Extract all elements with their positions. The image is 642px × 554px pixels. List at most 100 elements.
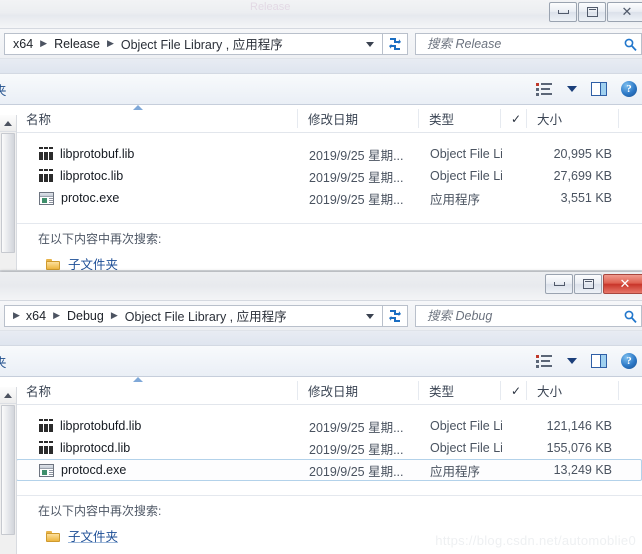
file-size-cell: 13,249 KB <box>553 463 612 477</box>
breadcrumb-faint-watermark <box>263 38 277 49</box>
table-row[interactable]: libprotoc.lib 2019/9/25 星期... Object Fil… <box>16 165 642 187</box>
breadcrumb-separator-icon: ▶ <box>106 38 114 48</box>
file-type-cell: Object File Library <box>430 441 502 455</box>
file-name-text: libprotocd.lib <box>60 441 131 455</box>
help-icon[interactable]: ? <box>621 353 637 369</box>
view-chevron-down-icon[interactable] <box>567 358 577 364</box>
table-row[interactable]: protoc.exe 2019/9/25 星期... 应用程序 3,551 KB <box>16 187 642 209</box>
scrollbar-thumb[interactable] <box>1 405 15 535</box>
refresh-icon <box>388 309 402 322</box>
table-row-selected[interactable]: protocd.exe 2019/9/25 星期... 应用程序 13,249 … <box>16 459 642 481</box>
view-list-icon[interactable] <box>536 82 553 96</box>
column-header-type[interactable]: 类型 <box>419 105 501 132</box>
refresh-button[interactable] <box>382 304 408 327</box>
breadcrumb-item-debug[interactable]: Debug <box>67 309 104 323</box>
refresh-button[interactable] <box>382 32 408 55</box>
folder-icon <box>46 530 60 542</box>
close-button[interactable]: ✕ <box>603 274 642 294</box>
column-header-name[interactable]: 名称 <box>16 105 298 132</box>
search-again-section-release: 在以下内容中再次搜索: 子文件夹 <box>16 223 642 270</box>
maximize-button[interactable] <box>574 274 602 294</box>
minimize-button[interactable] <box>549 2 577 22</box>
search-icon <box>624 38 637 54</box>
command-bar-right-group: ? <box>536 81 642 97</box>
vertical-scrollbar-release[interactable] <box>0 115 17 270</box>
file-date-cell: 2019/9/25 星期... <box>309 420 404 435</box>
window-controls-release: ✕ <box>549 2 642 22</box>
breadcrumb-item-x64[interactable]: x64 <box>26 309 46 323</box>
file-size-cell: 121,146 KB <box>546 419 612 433</box>
search-again-subfolder[interactable]: 子文件夹 <box>16 254 642 270</box>
column-header-size[interactable]: 大小 <box>527 105 619 132</box>
column-header-spacer <box>619 377 642 404</box>
close-icon: ✕ <box>621 4 633 20</box>
titlebar-release[interactable]: Release ✕ <box>0 0 642 29</box>
help-icon[interactable]: ? <box>621 81 637 97</box>
column-header-size[interactable]: 大小 <box>527 377 619 404</box>
breadcrumb-item-filter[interactable]: Object File Library , 应用程序 <box>125 306 287 325</box>
file-date-cell: 2019/9/25 星期... <box>309 192 404 207</box>
chevron-down-icon[interactable] <box>366 313 374 319</box>
maximize-button[interactable] <box>578 2 606 22</box>
scroll-up-button[interactable] <box>0 387 16 404</box>
file-name-text: libprotobufd.lib <box>60 419 142 433</box>
scroll-up-button[interactable] <box>0 115 16 132</box>
exe-file-icon <box>39 463 54 477</box>
breadcrumb-release[interactable]: x64 ▶ Release ▶ Object File Library , 应用… <box>4 32 382 55</box>
exe-file-icon <box>39 191 54 205</box>
file-name-text: protoc.exe <box>61 191 120 205</box>
column-header-check[interactable]: ✓ <box>501 377 527 404</box>
column-header-name[interactable]: 名称 <box>16 377 298 404</box>
column-header-date[interactable]: 修改日期 <box>298 377 419 404</box>
breadcrumb-item-x64[interactable]: x64 <box>13 37 33 51</box>
breadcrumb-debug[interactable]: ▶ x64 ▶ Debug ▶ Object File Library , 应用… <box>4 304 382 327</box>
file-date-cell: 2019/9/25 星期... <box>309 464 404 479</box>
file-name-text: protocd.exe <box>61 463 127 477</box>
search-again-subfolder-label[interactable]: 子文件夹 <box>68 526 118 545</box>
breadcrumb-separator-icon: ▶ <box>13 310 20 320</box>
address-bar-debug: ▶ x64 ▶ Debug ▶ Object File Library , 应用… <box>0 301 642 331</box>
preview-pane-icon[interactable] <box>591 354 607 368</box>
view-chevron-down-icon[interactable] <box>567 86 577 92</box>
close-icon: ✕ <box>619 276 631 292</box>
minimize-button[interactable] <box>545 274 573 294</box>
column-header-spacer <box>619 105 642 132</box>
table-row[interactable]: libprotobufd.lib 2019/9/25 星期... Object … <box>16 415 642 437</box>
search-input[interactable] <box>425 35 635 52</box>
organize-label-truncated[interactable]: 夹 <box>0 80 7 99</box>
file-type-cell: Object File Library <box>430 169 502 183</box>
table-row[interactable]: libprotobuf.lib 2019/9/25 星期... Object F… <box>16 143 642 165</box>
file-date-cell: 2019/9/25 星期... <box>309 148 404 163</box>
chevron-down-icon[interactable] <box>366 41 374 47</box>
column-header-check[interactable]: ✓ <box>501 105 527 132</box>
preview-pane-icon[interactable] <box>591 82 607 96</box>
column-header-type[interactable]: 类型 <box>419 377 501 404</box>
column-header-date[interactable]: 修改日期 <box>298 105 419 132</box>
table-row[interactable]: libprotocd.lib 2019/9/25 星期... Object Fi… <box>16 437 642 459</box>
file-date-cell: 2019/9/25 星期... <box>309 442 404 457</box>
close-button[interactable]: ✕ <box>607 2 642 22</box>
titlebar-debug[interactable]: ✕ <box>0 272 642 301</box>
file-list-debug: libprotobufd.lib 2019/9/25 星期... Object … <box>0 405 642 495</box>
vertical-scrollbar-debug[interactable] <box>0 387 17 554</box>
breadcrumb-item-filter[interactable]: Object File Library , 应用程序 <box>121 34 283 53</box>
chevron-up-icon <box>4 120 12 126</box>
breadcrumb-item-release[interactable]: Release <box>54 37 100 51</box>
view-list-icon[interactable] <box>536 354 553 368</box>
organize-label-truncated[interactable]: 夹 <box>0 352 7 371</box>
explorer-window-debug: ✕ ▶ x64 ▶ Debug ▶ Object File Library , … <box>0 272 642 554</box>
file-type-cell: 应用程序 <box>430 192 481 207</box>
command-bar-debug: 夹 ? <box>0 346 642 377</box>
search-input[interactable] <box>425 307 635 324</box>
scrollbar-thumb[interactable] <box>1 133 15 253</box>
file-size-cell: 20,995 KB <box>553 147 612 161</box>
command-bar-release: 夹 ? <box>0 74 642 105</box>
search-box-debug[interactable] <box>415 304 642 327</box>
page-watermark: https://blog.csdn.net/automoblie0 <box>435 533 636 548</box>
search-box-release[interactable] <box>415 32 642 55</box>
file-date-cell: 2019/9/25 星期... <box>309 170 404 185</box>
file-name-cell: libprotobuf.lib <box>17 147 299 161</box>
search-again-label: 在以下内容中再次搜索: <box>38 504 162 518</box>
file-name-text: libprotoc.lib <box>60 169 124 183</box>
search-again-subfolder-label[interactable]: 子文件夹 <box>68 254 118 270</box>
